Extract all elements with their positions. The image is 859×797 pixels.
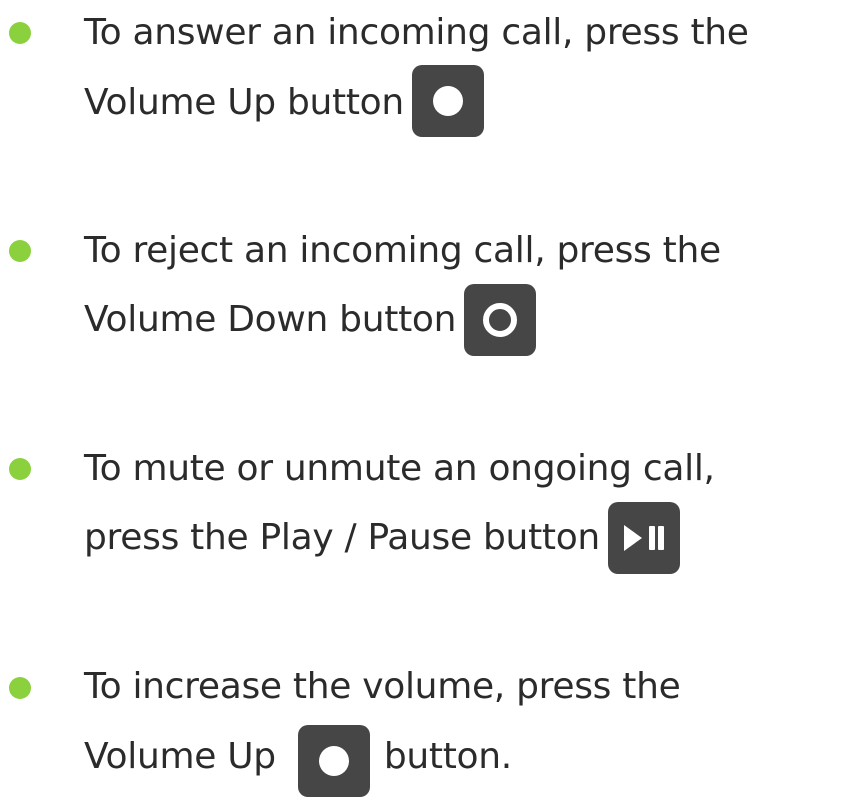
bullet-icon — [9, 458, 31, 480]
item-text-line1: To increase the volume, press the — [84, 666, 681, 707]
volume-up-button-icon — [297, 725, 370, 797]
play-pause-button-icon — [607, 502, 680, 574]
item-text-line2: Volume Up button. — [84, 725, 512, 797]
bullet-icon — [9, 677, 31, 699]
ring-circle-icon — [483, 303, 518, 337]
volume-up-button-icon — [411, 65, 484, 137]
item-text-line1: To mute or unmute an ongoing call, — [84, 448, 715, 489]
item-text-line1: To answer an incoming call, press the — [84, 12, 749, 53]
play-pause-icon — [623, 525, 664, 551]
item-text-line2: Volume Down button — [84, 284, 537, 356]
volume-down-button-icon — [464, 284, 537, 356]
item-text-line1: To reject an incoming call, press the — [84, 230, 721, 271]
bullet-icon — [9, 240, 31, 262]
bullet-icon — [9, 22, 31, 44]
item-text-line2: press the Play / Pause button — [84, 502, 680, 574]
item-text-line2: Volume Up button — [84, 65, 484, 137]
filled-circle-icon — [318, 746, 349, 776]
filled-circle-icon — [432, 86, 463, 116]
